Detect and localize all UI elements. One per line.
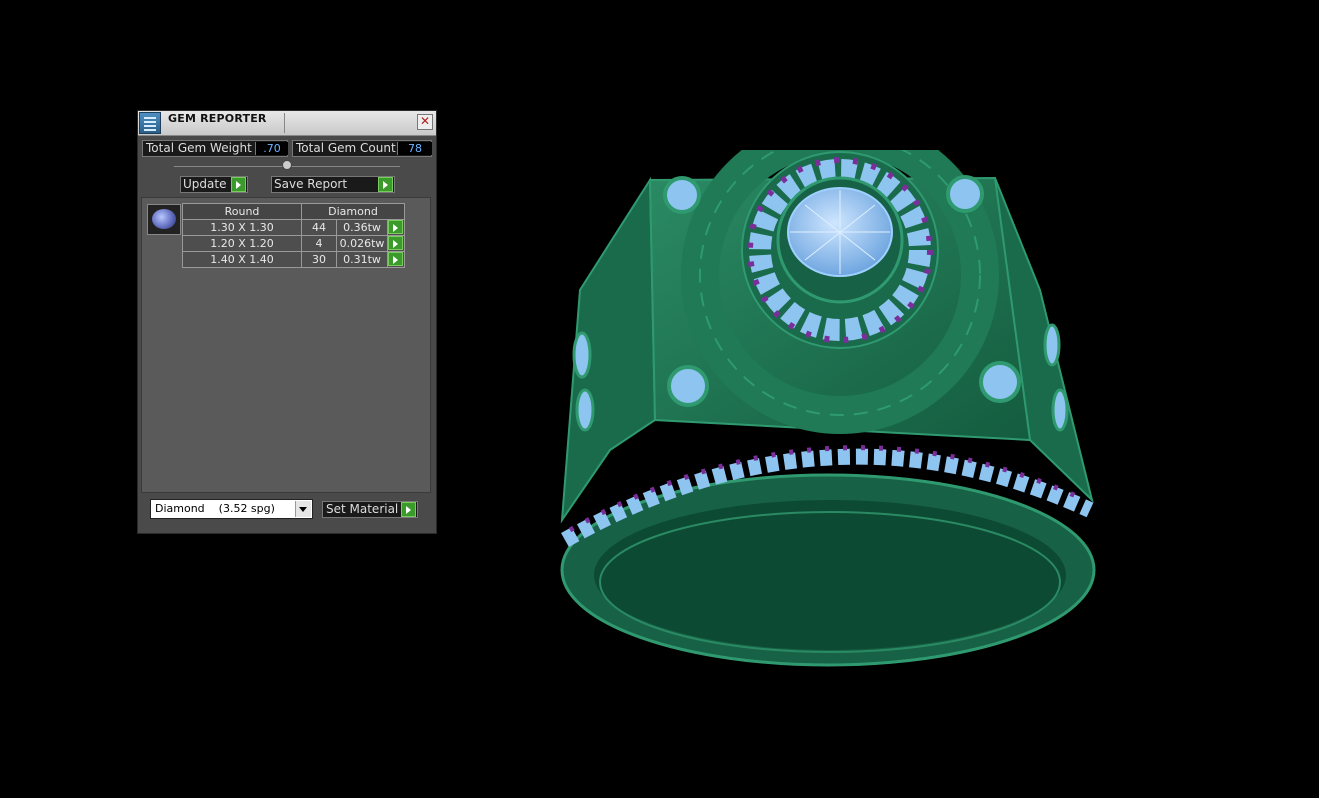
table-row[interactable]: 1.30 X 1.30 44 0.36tw bbox=[182, 219, 405, 236]
header-material: Diamond bbox=[301, 203, 405, 220]
gem-weight: 0.36tw bbox=[336, 219, 388, 236]
window-title: GEM REPORTER bbox=[168, 112, 267, 125]
set-material-button[interactable]: Set Material bbox=[322, 501, 418, 518]
gem-weight: 0.31tw bbox=[336, 251, 388, 268]
save-report-button-label: Save Report bbox=[274, 177, 348, 191]
gem-count: 4 bbox=[301, 235, 337, 252]
table-header-row: Round Diamond bbox=[182, 203, 405, 220]
arrow-right-icon[interactable] bbox=[388, 252, 403, 266]
gem-reporter-panel: GEM REPORTER ✕ Total Gem Weight .70 Tota… bbox=[137, 110, 437, 534]
row-action[interactable] bbox=[387, 251, 405, 268]
ring-model bbox=[560, 150, 1096, 667]
ring-3d-viewport[interactable] bbox=[540, 150, 1120, 680]
gem-size: 1.30 X 1.30 bbox=[182, 219, 302, 236]
total-gem-count-value: 78 bbox=[397, 142, 432, 155]
save-report-button[interactable]: Save Report bbox=[271, 176, 395, 193]
arrow-right-icon[interactable] bbox=[378, 177, 393, 192]
round-gem-thumbnail[interactable] bbox=[147, 204, 181, 235]
table-row[interactable]: 1.40 X 1.40 30 0.31tw bbox=[182, 251, 405, 268]
total-gem-count-box: Total Gem Count 78 bbox=[292, 140, 432, 157]
title-divider bbox=[284, 113, 285, 133]
gem-weight: 0.026tw bbox=[336, 235, 388, 252]
gem-size: 1.20 X 1.20 bbox=[182, 235, 302, 252]
material-select[interactable]: Diamond (3.52 spg) bbox=[150, 499, 313, 519]
dropdown-arrow-icon[interactable] bbox=[295, 501, 311, 517]
arrow-right-icon[interactable] bbox=[388, 236, 403, 250]
gem-shape-icon bbox=[152, 209, 176, 229]
arrow-right-icon[interactable] bbox=[231, 177, 246, 192]
title-bar[interactable]: GEM REPORTER ✕ bbox=[138, 111, 436, 136]
total-gem-count-label: Total Gem Count bbox=[296, 141, 396, 155]
gem-reporter-app-icon bbox=[139, 112, 161, 134]
gem-count: 30 bbox=[301, 251, 337, 268]
arrow-right-icon[interactable] bbox=[401, 502, 416, 517]
total-gem-weight-label: Total Gem Weight bbox=[146, 141, 252, 155]
table-row[interactable]: 1.20 X 1.20 4 0.026tw bbox=[182, 235, 405, 252]
close-icon[interactable]: ✕ bbox=[417, 114, 433, 130]
gem-size: 1.40 X 1.40 bbox=[182, 251, 302, 268]
row-action[interactable] bbox=[387, 235, 405, 252]
gem-count: 44 bbox=[301, 219, 337, 236]
slider-knob[interactable] bbox=[282, 160, 292, 170]
arrow-right-icon[interactable] bbox=[388, 220, 403, 234]
set-material-label: Set Material bbox=[326, 502, 399, 516]
total-gem-weight-box: Total Gem Weight .70 bbox=[142, 140, 288, 157]
update-button-label: Update bbox=[183, 177, 227, 191]
header-shape: Round bbox=[182, 203, 302, 220]
row-action[interactable] bbox=[387, 219, 405, 236]
gem-table: Round Diamond 1.30 X 1.30 44 0.36tw 1.20… bbox=[182, 203, 405, 268]
material-select-value: Diamond (3.52 spg) bbox=[155, 502, 275, 515]
update-button[interactable]: Update bbox=[180, 176, 248, 193]
total-gem-weight-value: .70 bbox=[255, 142, 288, 155]
